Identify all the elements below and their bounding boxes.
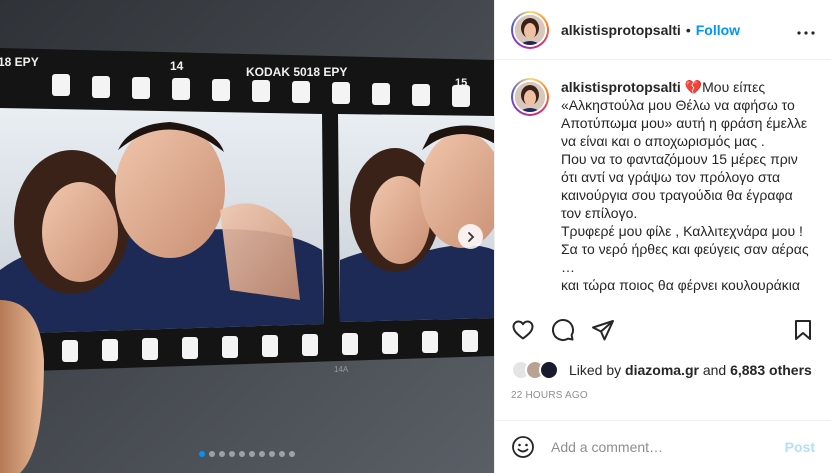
carousel-dot — [239, 451, 245, 457]
carousel-dot — [219, 451, 225, 457]
film-frame-number: 14 — [170, 59, 184, 73]
share-icon[interactable] — [591, 318, 615, 342]
caption-section: alkistisprotopsalti 💔Μου είπες «Αλκηστού… — [495, 60, 831, 304]
post-username[interactable]: alkistisprotopsalti — [561, 22, 681, 38]
caption-first-line: alkistisprotopsalti 💔Μου είπες — [561, 78, 813, 96]
avatar[interactable] — [539, 360, 559, 380]
chevron-right-icon — [467, 231, 474, 242]
carousel-dot — [249, 451, 255, 457]
action-bar — [511, 318, 815, 342]
film-brand-text: KODAK 5018 EPY — [246, 65, 347, 79]
film-bottom-mark: 14A — [334, 365, 349, 374]
more-options-icon[interactable] — [797, 19, 815, 40]
comment-bar: Post — [495, 420, 831, 473]
carousel-dot — [259, 451, 265, 457]
caption-line: Που να το φανταζόμουν 15 μέρες πριν ότι … — [561, 151, 798, 221]
caption-line: Μου είπες — [702, 79, 766, 95]
film-edge-text: 18 EPY — [0, 55, 39, 69]
film-frame-number-next: 15 — [455, 77, 467, 89]
profile-photo — [515, 82, 545, 112]
caption-line: Τρυφερέ μου φίλε , Καλλιτεχνάρα μου ! — [561, 223, 803, 239]
follow-button[interactable]: Follow — [696, 22, 740, 38]
carousel-dot — [199, 451, 205, 457]
liked-by-and: and — [702, 362, 727, 378]
liked-by-prefix: Liked by — [569, 362, 622, 378]
broken-heart-icon: 💔 — [684, 79, 703, 95]
post-media[interactable]: 18 EPY 14 KODAK 5018 EPY 15 14A — [0, 0, 494, 473]
carousel-indicator — [0, 451, 494, 457]
post-side-panel: alkistisprotopsalti • Follow alkistispro… — [494, 0, 831, 473]
profile-photo — [515, 14, 545, 45]
post-timestamp[interactable]: 22 HOURS AGO — [511, 390, 588, 401]
carousel-dot — [269, 451, 275, 457]
separator-dot: • — [685, 21, 691, 38]
caption-username[interactable]: alkistisprotopsalti — [561, 79, 681, 95]
carousel-dot — [279, 451, 285, 457]
caption-line: και τώρα ποιος θα φέρνει κουλουράκια — [561, 277, 800, 293]
liker-avatars — [511, 360, 563, 380]
liked-by-user[interactable]: diazoma.gr — [625, 362, 699, 378]
caption-text: alkistisprotopsalti 💔Μου είπες «Αλκηστού… — [561, 78, 813, 304]
emoji-icon[interactable] — [511, 435, 535, 459]
bookmark-icon[interactable] — [791, 318, 815, 342]
post-header: alkistisprotopsalti • Follow — [495, 0, 831, 60]
liked-by-others[interactable]: 6,883 others — [730, 362, 812, 378]
carousel-dot — [289, 451, 295, 457]
film-strip-photo: 18 EPY 14 KODAK 5018 EPY 15 14A — [0, 0, 494, 473]
avatar[interactable] — [511, 78, 549, 116]
heart-icon[interactable] — [511, 318, 535, 342]
next-image-button[interactable] — [458, 224, 483, 249]
caption-line: Σα το νερό ήρθες και φεύγεις σαν αέρας … — [561, 241, 809, 275]
comment-icon[interactable] — [551, 318, 575, 342]
caption-line: «Αλκηστούλα μου Θέλω να αφήσω το Αποτύπω… — [561, 97, 808, 149]
likes-summary: Liked by diazoma.gr and 6,883 others — [511, 360, 812, 380]
carousel-dot — [229, 451, 235, 457]
avatar[interactable] — [511, 10, 549, 49]
carousel-dot — [209, 451, 215, 457]
post-comment-button[interactable]: Post — [785, 439, 815, 455]
comment-input[interactable] — [551, 439, 785, 455]
